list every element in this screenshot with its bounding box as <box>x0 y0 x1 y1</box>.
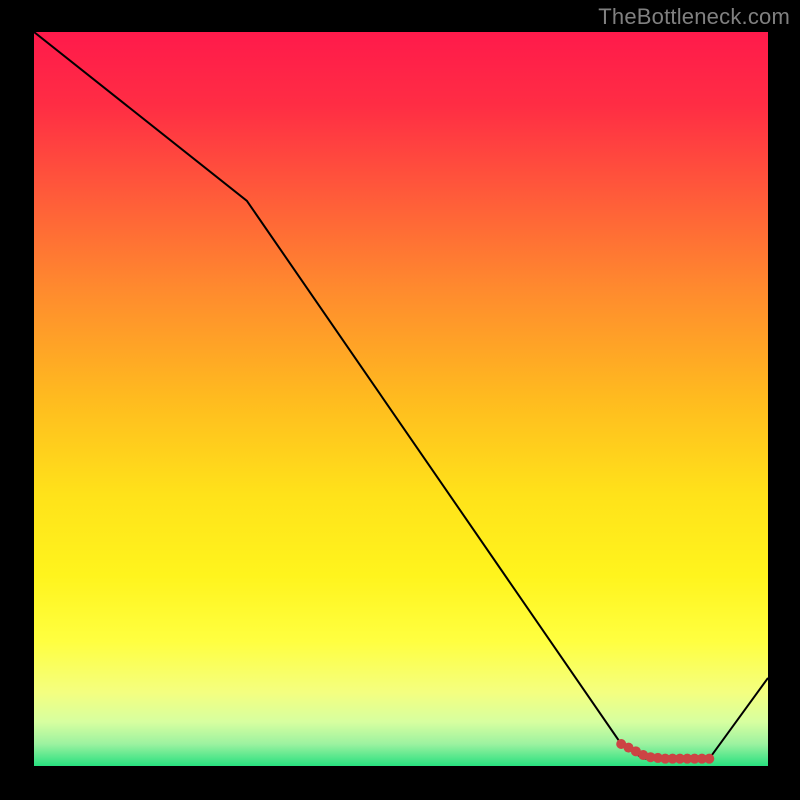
plot-area <box>34 32 768 766</box>
watermark-label: TheBottleneck.com <box>598 4 790 30</box>
plot-overlay <box>34 32 768 766</box>
chart-frame: TheBottleneck.com <box>0 0 800 800</box>
data-point <box>704 754 714 764</box>
series-layer <box>34 32 768 764</box>
data-line <box>34 32 768 759</box>
